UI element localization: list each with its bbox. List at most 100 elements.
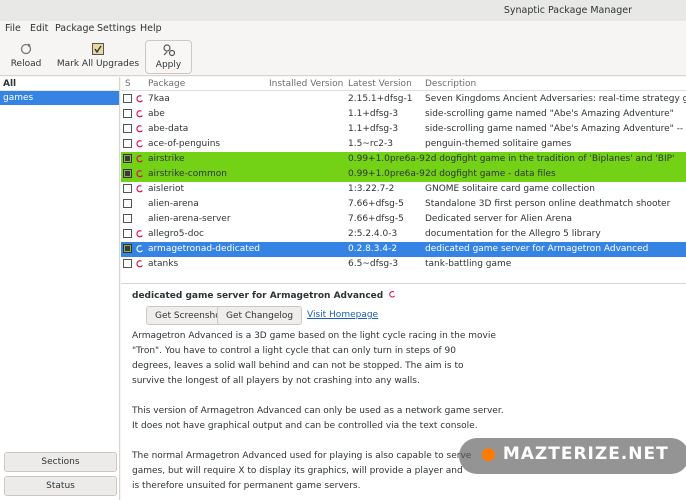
package-name: ace-of-penguins bbox=[148, 139, 221, 149]
package-name: alien-arena-server bbox=[148, 214, 231, 224]
debian-icon bbox=[136, 95, 143, 103]
status-checkbox[interactable] bbox=[123, 154, 132, 163]
debian-icon bbox=[136, 230, 143, 238]
latest-version: 0.99+1.0pre6a-9 bbox=[348, 169, 425, 179]
latest-version: 1:3.22.7-2 bbox=[348, 184, 395, 194]
package-name: airstrike-common bbox=[148, 169, 228, 179]
status-checkbox[interactable] bbox=[123, 94, 132, 103]
col-installed-version[interactable]: Installed Version bbox=[269, 79, 343, 89]
table-row[interactable]: alien-arena-server 7.66+dfsg-5 Dedicated s… bbox=[121, 212, 686, 227]
status-checkbox[interactable] bbox=[123, 199, 132, 208]
menu-help[interactable]: Help bbox=[140, 23, 162, 34]
status-checkbox[interactable] bbox=[123, 229, 132, 238]
description-line: is therefore unsuited for permanent game… bbox=[132, 481, 361, 491]
description-line: "Tron". You have to control a light cycl… bbox=[132, 346, 456, 356]
debian-icon bbox=[389, 291, 396, 298]
sections-button[interactable]: Sections bbox=[4, 452, 117, 472]
package-name: allegro5-doc bbox=[148, 229, 204, 239]
visit-homepage-link[interactable]: Visit Homepage bbox=[307, 310, 378, 320]
table-row[interactable]: ace-of-penguins 1.5~rc2-3 penguin-themed s… bbox=[121, 137, 686, 152]
status-checkbox[interactable] bbox=[123, 259, 132, 268]
toolbar: Reload Mark All Upgrades Apply bbox=[0, 38, 686, 76]
debian-icon bbox=[136, 125, 143, 133]
table-header: S Package Installed Version Latest Versi… bbox=[121, 77, 686, 91]
menu-settings[interactable]: Settings bbox=[97, 23, 136, 34]
package-description: 2d dogfight game - data files bbox=[425, 169, 556, 179]
table-row[interactable]: airstrike 0.99+1.0pre6a-9 2d dogfight game… bbox=[121, 152, 686, 167]
table-row[interactable]: airstrike-common 0.99+1.0pre6a-9 2d dogfig… bbox=[121, 167, 686, 182]
package-name: armagetronad-dedicated bbox=[148, 244, 261, 254]
mark-all-label: Mark All Upgrades bbox=[56, 59, 140, 69]
package-description: penguin-themed solitaire games bbox=[425, 139, 572, 149]
description-line: games, but will require X to display its… bbox=[132, 466, 463, 476]
title-bar: Synaptic Package Manager bbox=[0, 0, 686, 21]
description-line: This version of Armagetron Advanced can … bbox=[132, 406, 504, 416]
status-checkbox[interactable] bbox=[123, 109, 132, 118]
package-description: Dedicated server for Alien Arena bbox=[425, 214, 573, 224]
watermark-badge: ● MAZTERIZE.NET bbox=[459, 438, 686, 474]
description-line: Armagetron Advanced is a 3D game based o… bbox=[132, 331, 496, 341]
package-description: dedicated game server for Armagetron Adv… bbox=[425, 244, 649, 254]
mark-all-upgrades-button[interactable]: Mark All Upgrades bbox=[56, 40, 140, 74]
status-checkbox[interactable] bbox=[123, 244, 132, 253]
apply-button[interactable]: Apply bbox=[145, 40, 192, 74]
table-row[interactable]: armagetronad-dedicated 0.2.8.3.4-2 dedicat… bbox=[121, 242, 686, 257]
table-row[interactable]: 7kaa 2.15.1+dfsg-1 Seven Kingdoms Ancient … bbox=[121, 92, 686, 107]
sidebar-item-games[interactable]: games bbox=[0, 91, 119, 105]
col-latest-version[interactable]: Latest Version bbox=[348, 79, 412, 89]
table-row[interactable]: aisleriot 1:3.22.7-2 GNOME solitaire card … bbox=[121, 182, 686, 197]
menu-edit[interactable]: Edit bbox=[30, 23, 48, 34]
status-checkbox[interactable] bbox=[123, 169, 132, 178]
watermark-dot-icon: ● bbox=[481, 444, 497, 464]
debian-icon bbox=[136, 245, 143, 253]
reload-button[interactable]: Reload bbox=[4, 40, 48, 74]
latest-version: 1.1+dfsg-3 bbox=[348, 109, 399, 119]
latest-version: 2:5.2.4.0-3 bbox=[348, 229, 398, 239]
package-name: airstrike bbox=[148, 154, 185, 164]
mark-upgrades-icon bbox=[92, 43, 104, 55]
debian-icon bbox=[136, 140, 143, 148]
sidebar-header[interactable]: All bbox=[0, 77, 119, 91]
details-title: dedicated game server for Armagetron Adv… bbox=[132, 290, 397, 301]
table-row[interactable]: allegro5-doc 2:5.2.4.0-3 documentation for… bbox=[121, 227, 686, 242]
get-changelog-button[interactable]: Get Changelog bbox=[217, 306, 303, 325]
watermark-text: MAZTERIZE.NET bbox=[502, 444, 669, 464]
package-name: alien-arena bbox=[148, 199, 199, 209]
status-checkbox[interactable] bbox=[123, 124, 132, 133]
table-row[interactable]: atanks 6.5~dfsg-3 tank-battling game bbox=[121, 257, 686, 272]
latest-version: 1.1+dfsg-3 bbox=[348, 124, 399, 134]
status-checkbox[interactable] bbox=[123, 214, 132, 223]
col-status[interactable]: S bbox=[125, 79, 131, 89]
latest-version: 7.66+dfsg-5 bbox=[348, 214, 404, 224]
latest-version: 0.2.8.3.4-2 bbox=[348, 244, 398, 254]
package-name: abe bbox=[148, 109, 165, 119]
description-line: It does not have graphical output and ca… bbox=[132, 421, 478, 431]
description-line: degrees, leaves a solid wall behind and … bbox=[132, 361, 464, 371]
package-name: atanks bbox=[148, 259, 179, 269]
package-name: abe-data bbox=[148, 124, 189, 134]
apply-icon bbox=[162, 44, 175, 57]
debian-icon bbox=[136, 170, 143, 178]
menu-package[interactable]: Package bbox=[55, 23, 94, 34]
latest-version: 2.15.1+dfsg-1 bbox=[348, 94, 413, 104]
description-line: survive the longest of all players by no… bbox=[132, 376, 420, 386]
window-title: Synaptic Package Manager bbox=[503, 5, 632, 16]
table-row[interactable]: abe 1.1+dfsg-3 side-scrolling game named "… bbox=[121, 107, 686, 122]
package-description: GNOME solitaire card game collection bbox=[425, 184, 595, 194]
status-button[interactable]: Status bbox=[4, 476, 117, 496]
col-description[interactable]: Description bbox=[425, 79, 476, 89]
table-row[interactable]: alien-arena 7.66+dfsg-5 Standalone 3D firs… bbox=[121, 197, 686, 212]
col-package[interactable]: Package bbox=[148, 79, 185, 89]
debian-icon bbox=[136, 155, 143, 163]
reload-label: Reload bbox=[10, 59, 42, 69]
menu-file[interactable]: File bbox=[5, 23, 21, 34]
package-description: side-scrolling game named "Abe's Amazing… bbox=[425, 124, 686, 134]
status-checkbox[interactable] bbox=[123, 184, 132, 193]
package-description: tank-battling game bbox=[425, 259, 512, 269]
status-checkbox[interactable] bbox=[123, 139, 132, 148]
package-name: aisleriot bbox=[148, 184, 184, 194]
latest-version: 6.5~dfsg-3 bbox=[348, 259, 399, 269]
table-row[interactable]: abe-data 1.1+dfsg-3 side-scrolling game na… bbox=[121, 122, 686, 137]
package-description: 2d dogfight game in the tradition of 'Bi… bbox=[425, 154, 675, 164]
package-name: 7kaa bbox=[148, 94, 170, 104]
